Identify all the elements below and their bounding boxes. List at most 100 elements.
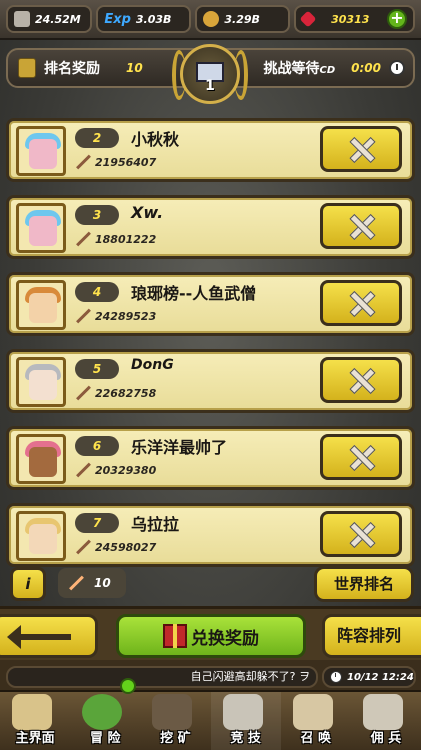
player-name: Xw. [131,203,164,222]
rank-badge: 4 [75,282,119,302]
rank-badge: 5 [75,359,119,379]
nav-mercenary[interactable]: 佣 兵 [351,692,421,750]
power-sword-icon [75,539,91,555]
player-avatar [16,357,66,407]
opponent-card: 5 DonG 22682758 [6,349,415,413]
pickaxe-icon [152,694,193,730]
clock-icon [389,60,405,76]
player-avatar [16,203,66,253]
back-arrow-icon [7,625,71,649]
tent-icon [362,694,403,730]
crossed-swords-icon [347,520,375,548]
gift-icon [163,624,187,648]
player-avatar [16,434,66,484]
nav-main[interactable]: 主界面 [0,692,70,750]
nav-adventure[interactable]: 冒 险 [70,692,140,750]
crossed-swords-icon [222,694,263,730]
nav-summon[interactable]: 召 唤 [281,692,351,750]
power-sword-icon [75,154,91,170]
player-name: DonG [131,357,174,373]
add-gems-button[interactable]: + [387,9,407,29]
lineup-button[interactable]: 阵容排列 [322,614,421,658]
challenge-cooldown: 挑战等待CD 0:00 [263,58,405,78]
power-sword-icon [75,308,91,324]
challenge-button[interactable] [320,203,402,249]
player-power: 22682758 [75,385,156,401]
player-power: 24598027 [75,539,156,555]
resource-bar: 24.52M Exp 3.03B 3.29B 30313 + [0,0,421,40]
gem-resource: 30313 + [293,5,415,33]
opponent-list[interactable]: 2 小秋秋 21956407 3 Xw. 18801222 4 琅琊榜--人鱼武… [0,108,421,604]
back-button[interactable] [0,614,98,658]
player-name: 乌拉拉 [131,515,180,534]
crossed-swords-icon [347,366,375,394]
player-name: 琅琊榜--人鱼武僧 [131,284,257,303]
opponent-card: 2 小秋秋 21956407 [6,118,415,182]
nav-bar: 主界面 冒 险 挖 矿 竞 技 召 唤 佣 兵 [0,690,421,750]
notification-dot [120,678,136,694]
challenges-remaining: 10 [58,568,126,598]
crossed-swords-icon [347,289,375,317]
gem-value: 30313 [331,12,370,26]
player-power: 21956407 [75,154,156,170]
power-sword-icon [75,462,91,478]
player-power: 24289523 [75,308,156,324]
rank-reward[interactable]: 排名奖励 10 [18,58,143,78]
rank-badge: 3 [75,205,119,225]
chat-ticker[interactable]: 自己闪避高却躲不了? ヲ [6,666,318,688]
my-rank-emblem: 1 [170,42,250,112]
rank-badge: 2 [75,128,119,148]
opponent-card: 7 乌拉拉 24598027 [6,503,415,567]
player-avatar [16,126,66,176]
player-avatar [16,511,66,561]
gold-resource: 3.29B [195,5,290,33]
ruby-gem-icon [299,10,317,28]
player-power: 18801222 [75,231,156,247]
info-button[interactable]: i [10,567,46,601]
opponent-card: 4 琅琊榜--人鱼武僧 24289523 [6,272,415,336]
attack-value: 24.52M [35,12,81,26]
bottom-navigation: 自己闪避高却躲不了? ヲ 10/12 12:24 主界面 冒 险 挖 矿 竞 技… [0,660,421,750]
nav-mining[interactable]: 挖 矿 [140,692,210,750]
action-bar: 兑换奖励 阵容排列 [0,606,421,660]
rank-badge: 7 [75,513,119,533]
summon-scroll-icon [292,694,333,730]
challenge-button[interactable] [320,434,402,480]
exp-value: 3.03B [135,12,172,26]
crossed-swords-icon [347,135,375,163]
cooldown-value: 0:00 [351,61,381,75]
crossed-swords-icon [347,212,375,240]
scroll-map-icon [12,694,52,730]
my-rank-number: 1 [205,78,215,94]
cooldown-label: 挑战等待CD [263,61,336,77]
nav-arena[interactable]: 竞 技 [210,692,281,750]
crossed-swords-icon [347,443,375,471]
sword-icon [14,11,30,27]
power-sword-icon [75,385,91,401]
crossed-swords-icon [68,575,84,591]
challenge-button[interactable] [320,280,402,326]
rank-badge: 6 [75,436,119,456]
server-time: 10/12 12:24 [322,666,416,688]
world-ranking-button[interactable]: 世界排名 [314,566,414,602]
player-name: 乐洋洋最帅了 [131,438,228,457]
gold-coin-icon [203,11,220,27]
island-icon [82,694,123,730]
attack-resource: 24.52M [6,5,93,33]
exp-resource: Exp 3.03B [96,5,192,33]
rank-reward-label: 排名奖励 [44,61,100,77]
redeem-rewards-button[interactable]: 兑换奖励 [116,614,306,658]
medal-icon [18,58,36,78]
player-power: 20329380 [75,462,156,478]
opponent-card: 3 Xw. 18801222 [6,195,415,259]
gold-value: 3.29B [224,12,260,26]
player-avatar [16,280,66,330]
power-sword-icon [75,231,91,247]
challenge-button[interactable] [320,357,402,403]
challenge-button[interactable] [320,126,402,172]
exp-icon: Exp [104,11,131,27]
player-name: 小秋秋 [131,130,180,149]
opponent-card: 6 乐洋洋最帅了 20329380 [6,426,415,490]
clock-icon [330,671,342,683]
challenge-button[interactable] [320,511,402,557]
